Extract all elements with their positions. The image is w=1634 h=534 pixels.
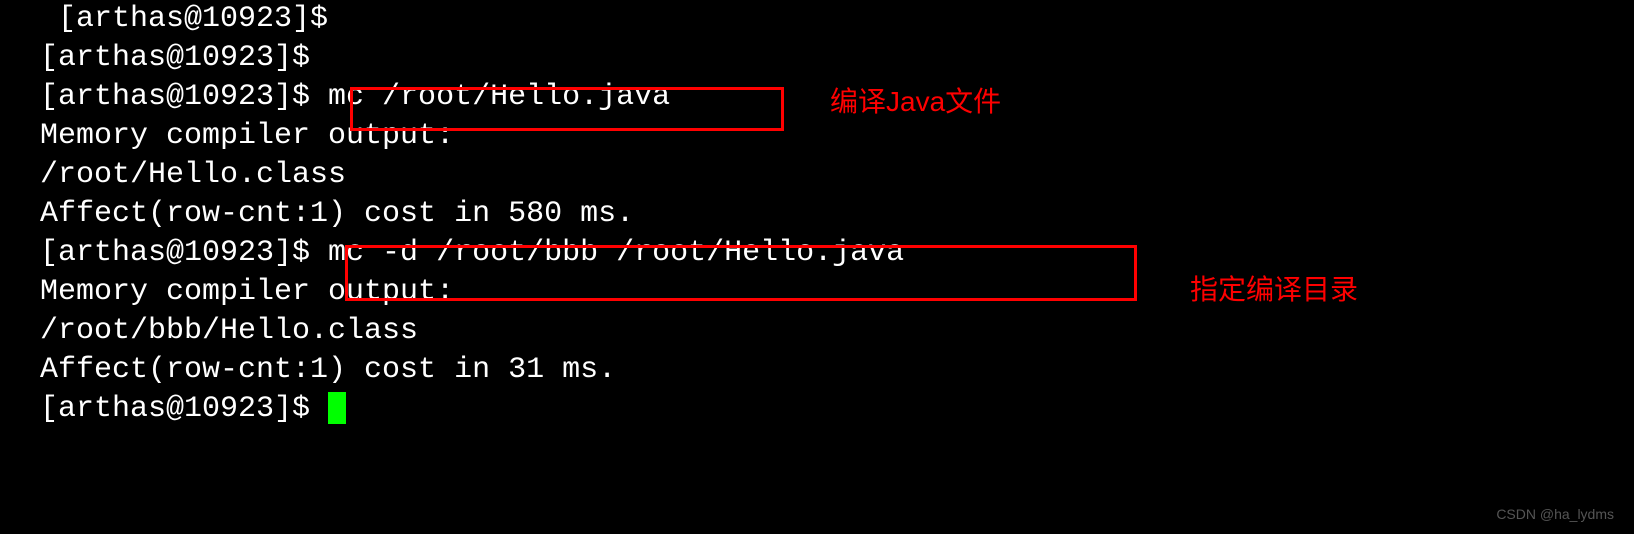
terminal-prompt-final[interactable]: [arthas@10923]$ xyxy=(40,390,1594,429)
terminal-content: [arthas@10923]$ [arthas@10923]$ [arthas@… xyxy=(40,0,1594,429)
prompt-text: [arthas@10923]$ xyxy=(40,392,328,426)
terminal-output-1-1: Memory compiler output: xyxy=(40,117,1594,156)
terminal-prompt-empty[interactable]: [arthas@10923]$ xyxy=(40,39,1594,78)
terminal-output-2-3: Affect(row-cnt:1) cost in 31 ms. xyxy=(40,351,1594,390)
watermark: CSDN @ha_lydms xyxy=(1496,506,1614,522)
terminal-output-2-2: /root/bbb/Hello.class xyxy=(40,312,1594,351)
annotation-compile-java: 编译Java文件 xyxy=(830,80,1001,120)
terminal-output-1-2: /root/Hello.class xyxy=(40,156,1594,195)
terminal-command-1[interactable]: [arthas@10923]$ mc /root/Hello.java xyxy=(40,78,1594,117)
highlight-box-2 xyxy=(345,245,1137,301)
cursor-icon xyxy=(328,392,346,424)
terminal-line-cutoff: [arthas@10923]$ xyxy=(40,0,1594,39)
terminal-output-1-3: Affect(row-cnt:1) cost in 580 ms. xyxy=(40,195,1594,234)
highlight-box-1 xyxy=(350,87,784,131)
annotation-specify-dir: 指定编译目录 xyxy=(1190,268,1358,308)
